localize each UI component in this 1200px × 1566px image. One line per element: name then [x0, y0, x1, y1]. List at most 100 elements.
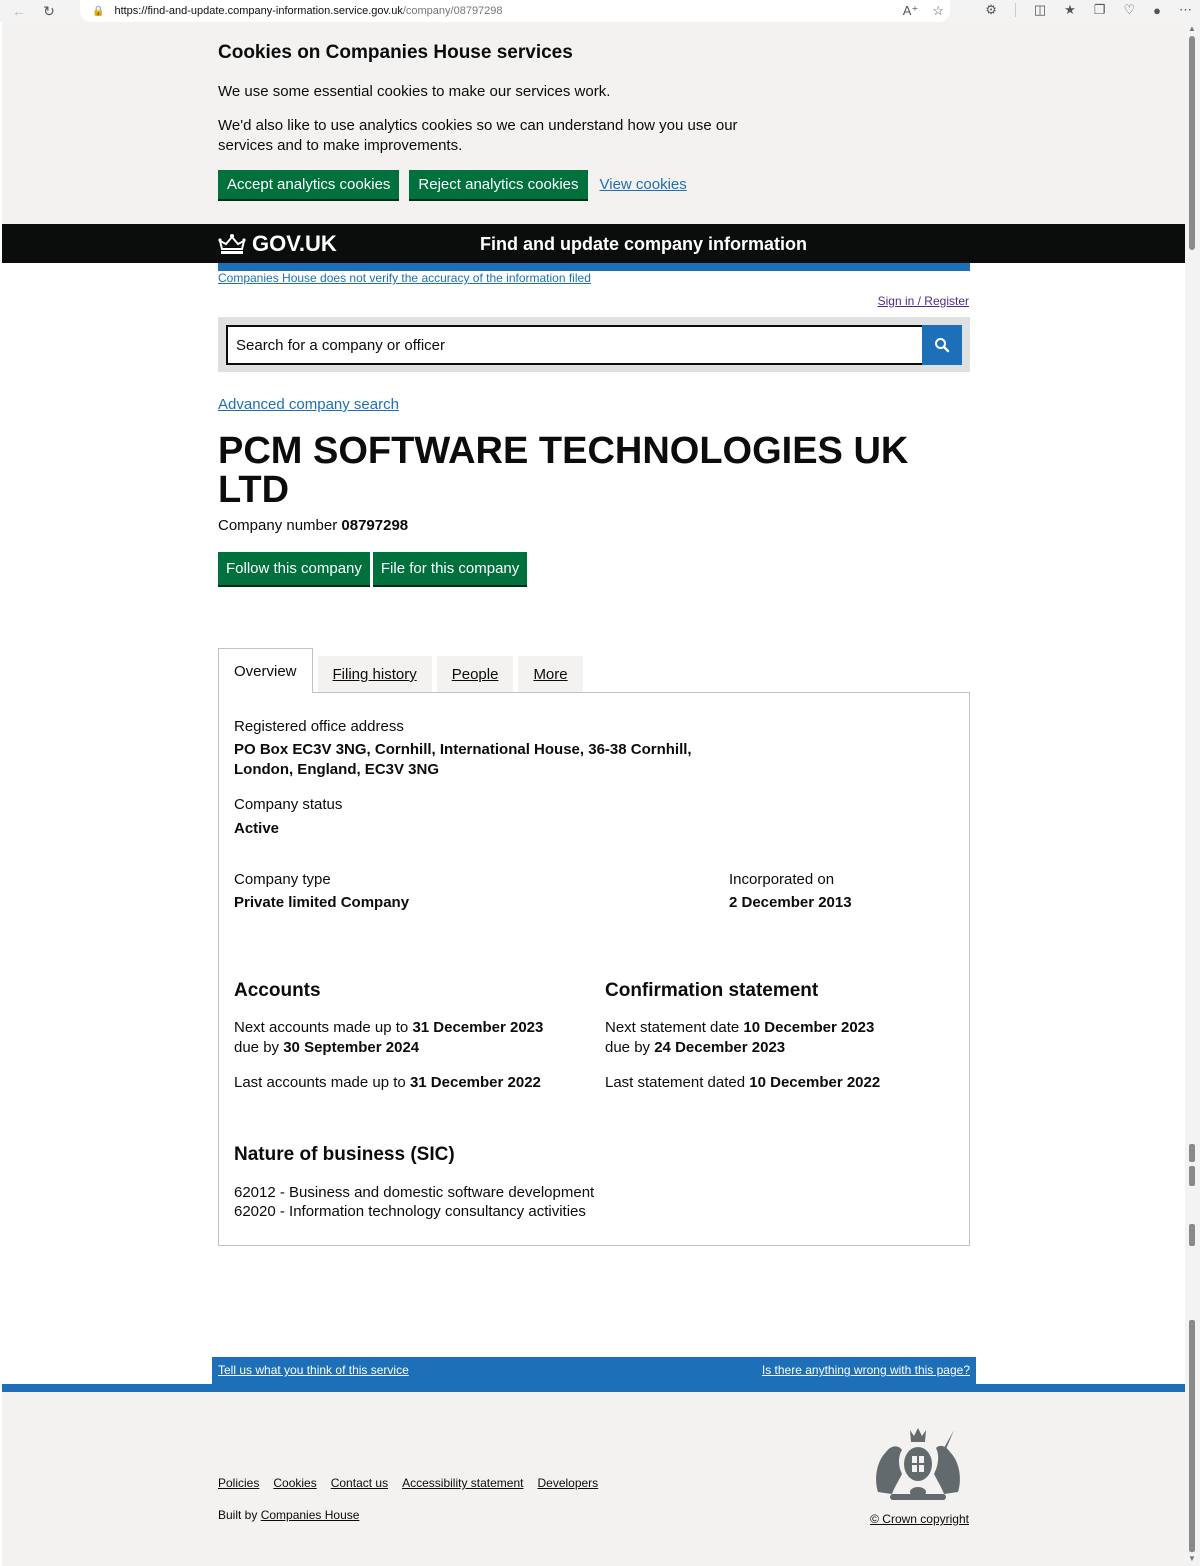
- view-cookies-link[interactable]: View cookies: [600, 176, 687, 193]
- accuracy-disclaimer-link[interactable]: Companies House does not verify the accu…: [218, 271, 591, 285]
- cookie-banner-title: Cookies on Companies House services: [218, 42, 573, 63]
- companies-house-link[interactable]: Companies House: [261, 1508, 360, 1522]
- collections-icon[interactable]: ❐: [1094, 2, 1106, 18]
- service-feedback-link[interactable]: Tell us what you think of this service: [218, 1363, 409, 1377]
- next-accounts: Next accounts made up to 31 December 202…: [234, 1018, 543, 1038]
- tab-overview[interactable]: Overview: [218, 648, 313, 693]
- statement-due-date: 24 December 2023: [654, 1039, 786, 1056]
- sic-code-item: 62020 - Information technology consultan…: [234, 1203, 586, 1220]
- registered-office-line-2: London, England, EC3V 3NG: [234, 761, 440, 778]
- company-type-label: Company type: [234, 871, 331, 888]
- crown-copyright: © Crown copyright: [870, 1512, 969, 1526]
- company-number-label: Company number: [218, 517, 338, 534]
- sign-in-register-link[interactable]: Sign in / Register: [878, 294, 969, 308]
- footer-link-developers[interactable]: Developers: [537, 1476, 598, 1490]
- next-accounts-prefix: Next accounts made up to: [234, 1019, 409, 1036]
- crown-copyright-link[interactable]: © Crown copyright: [870, 1512, 969, 1526]
- scrollbar-thumb[interactable]: [1189, 36, 1195, 250]
- scroll-down-arrow-icon[interactable]: ▼: [1188, 1554, 1196, 1563]
- lock-icon: 🔒: [92, 5, 105, 17]
- crown-icon: [218, 234, 246, 254]
- footer-top-border: [2, 1384, 1185, 1392]
- address-bar[interactable]: 🔒 https://find-and-update.company-inform…: [80, 0, 950, 22]
- accept-analytics-cookies-button[interactable]: Accept analytics cookies: [218, 170, 400, 199]
- report-page-problem-link[interactable]: Is there anything wrong with this page?: [762, 1363, 970, 1377]
- search-button[interactable]: [922, 325, 962, 365]
- back-icon[interactable]: ←: [8, 0, 30, 22]
- last-statement-prefix: Last statement dated: [605, 1074, 746, 1091]
- site-header: GOV.UK Find and update company informati…: [2, 224, 1185, 263]
- scrollbar-marker: [1189, 1144, 1195, 1162]
- url-host: https://find-and-update.company-informat…: [114, 5, 403, 17]
- profile-icon[interactable]: ●: [1153, 3, 1161, 18]
- company-search-input[interactable]: [226, 325, 924, 365]
- sic-code-item: 62012 - Business and domestic software d…: [234, 1184, 595, 1201]
- refresh-icon[interactable]: ↻: [38, 0, 60, 22]
- footer-link-policies[interactable]: Policies: [218, 1476, 259, 1490]
- tab-people[interactable]: People: [436, 656, 514, 693]
- search-icon: [935, 338, 950, 353]
- company-number: Company number 08797298: [218, 517, 408, 534]
- overview-panel: Registered office address PO Box EC3V 3N…: [218, 692, 970, 1246]
- incorporated-label: Incorporated on: [729, 871, 835, 888]
- toolbar-divider: [1014, 3, 1016, 17]
- footer-link-accessibility[interactable]: Accessibility statement: [402, 1476, 523, 1490]
- scrollbar-marker: [1189, 1166, 1195, 1186]
- footer-links: Policies Cookies Contact us Accessibilit…: [218, 1476, 598, 1490]
- browser-toolbar: ← ↻ 🔒 https://find-and-update.company-in…: [0, 0, 1200, 22]
- govuk-logo[interactable]: GOV.UK: [218, 231, 337, 257]
- header-accent-strip: [218, 263, 970, 271]
- extensions-icon[interactable]: ⚙: [985, 2, 997, 18]
- scrollbar-marker: [1189, 1224, 1195, 1246]
- built-by: Built by Companies House: [218, 1508, 359, 1522]
- tab-filing-history[interactable]: Filing history: [317, 656, 432, 693]
- accounts-due-date: 30 September 2024: [283, 1039, 420, 1056]
- company-name-heading: PCM SOFTWARE TECHNOLOGIES UK LTD: [218, 430, 909, 511]
- reject-analytics-cookies-button[interactable]: Reject analytics cookies: [409, 170, 588, 199]
- registered-office-line-1: PO Box EC3V 3NG, Cornhill, International…: [234, 741, 692, 758]
- next-statement: Next statement date 10 December 2023: [605, 1018, 874, 1038]
- site-footer: Policies Cookies Contact us Accessibilit…: [2, 1392, 1185, 1566]
- cookie-banner: Cookies on Companies House services We u…: [2, 22, 1185, 224]
- company-number-value: 08797298: [341, 517, 409, 534]
- last-statement: Last statement dated 10 December 2022: [605, 1073, 880, 1093]
- accounts-heading: Accounts: [234, 980, 321, 1001]
- read-aloud-icon[interactable]: A⁺: [903, 3, 919, 19]
- file-for-company-button[interactable]: File for this company: [372, 552, 528, 585]
- built-by-prefix: Built by: [218, 1508, 258, 1522]
- last-accounts: Last accounts made up to 31 December 202…: [234, 1073, 541, 1093]
- favorites-icon[interactable]: ★: [1064, 2, 1076, 18]
- advanced-company-search-link[interactable]: Advanced company search: [218, 396, 399, 413]
- url-path: /company/08797298: [402, 5, 503, 17]
- scroll-up-arrow-icon[interactable]: ▲: [1188, 24, 1196, 33]
- last-accounts-date: 31 December 2022: [409, 1074, 541, 1091]
- search-form: [218, 317, 970, 372]
- scrollbar-marker: [1189, 1320, 1195, 1552]
- more-options-icon[interactable]: ⋯: [1179, 2, 1192, 18]
- last-accounts-prefix: Last accounts made up to: [234, 1074, 406, 1091]
- incorporated-value: 2 December 2013: [729, 894, 852, 911]
- last-statement-date: 10 December 2022: [749, 1074, 881, 1091]
- footer-link-contact[interactable]: Contact us: [331, 1476, 388, 1490]
- next-statement-prefix: Next statement date: [605, 1019, 740, 1036]
- service-name[interactable]: Find and update company information: [480, 234, 807, 255]
- footer-link-cookies[interactable]: Cookies: [273, 1476, 316, 1490]
- follow-company-button[interactable]: Follow this company: [218, 552, 370, 585]
- company-status-label: Company status: [234, 796, 343, 813]
- royal-coat-of-arms-icon: [876, 1428, 960, 1500]
- page-scrollbar[interactable]: ▲ ▼: [1185, 22, 1200, 1566]
- company-tabs: Overview Filing history People More: [218, 648, 588, 693]
- browser-essentials-icon[interactable]: ♡: [1123, 2, 1135, 18]
- cookie-banner-text-essential: We use some essential cookies to make ou…: [218, 83, 611, 100]
- next-accounts-date: 31 December 2023: [412, 1019, 544, 1036]
- govuk-logo-text: GOV.UK: [252, 231, 337, 256]
- feedback-bar: Tell us what you think of this service I…: [212, 1357, 976, 1384]
- nature-of-business-heading: Nature of business (SIC): [234, 1144, 455, 1165]
- web-page: Cookies on Companies House services We u…: [2, 22, 1185, 1566]
- next-statement-date: 10 December 2023: [743, 1019, 875, 1036]
- favorite-star-icon[interactable]: ☆: [932, 3, 944, 19]
- statement-due-prefix: due by: [605, 1039, 651, 1056]
- split-screen-icon[interactable]: ◫: [1034, 2, 1046, 18]
- accounts-due-prefix: due by: [234, 1039, 280, 1056]
- tab-more[interactable]: More: [518, 656, 583, 693]
